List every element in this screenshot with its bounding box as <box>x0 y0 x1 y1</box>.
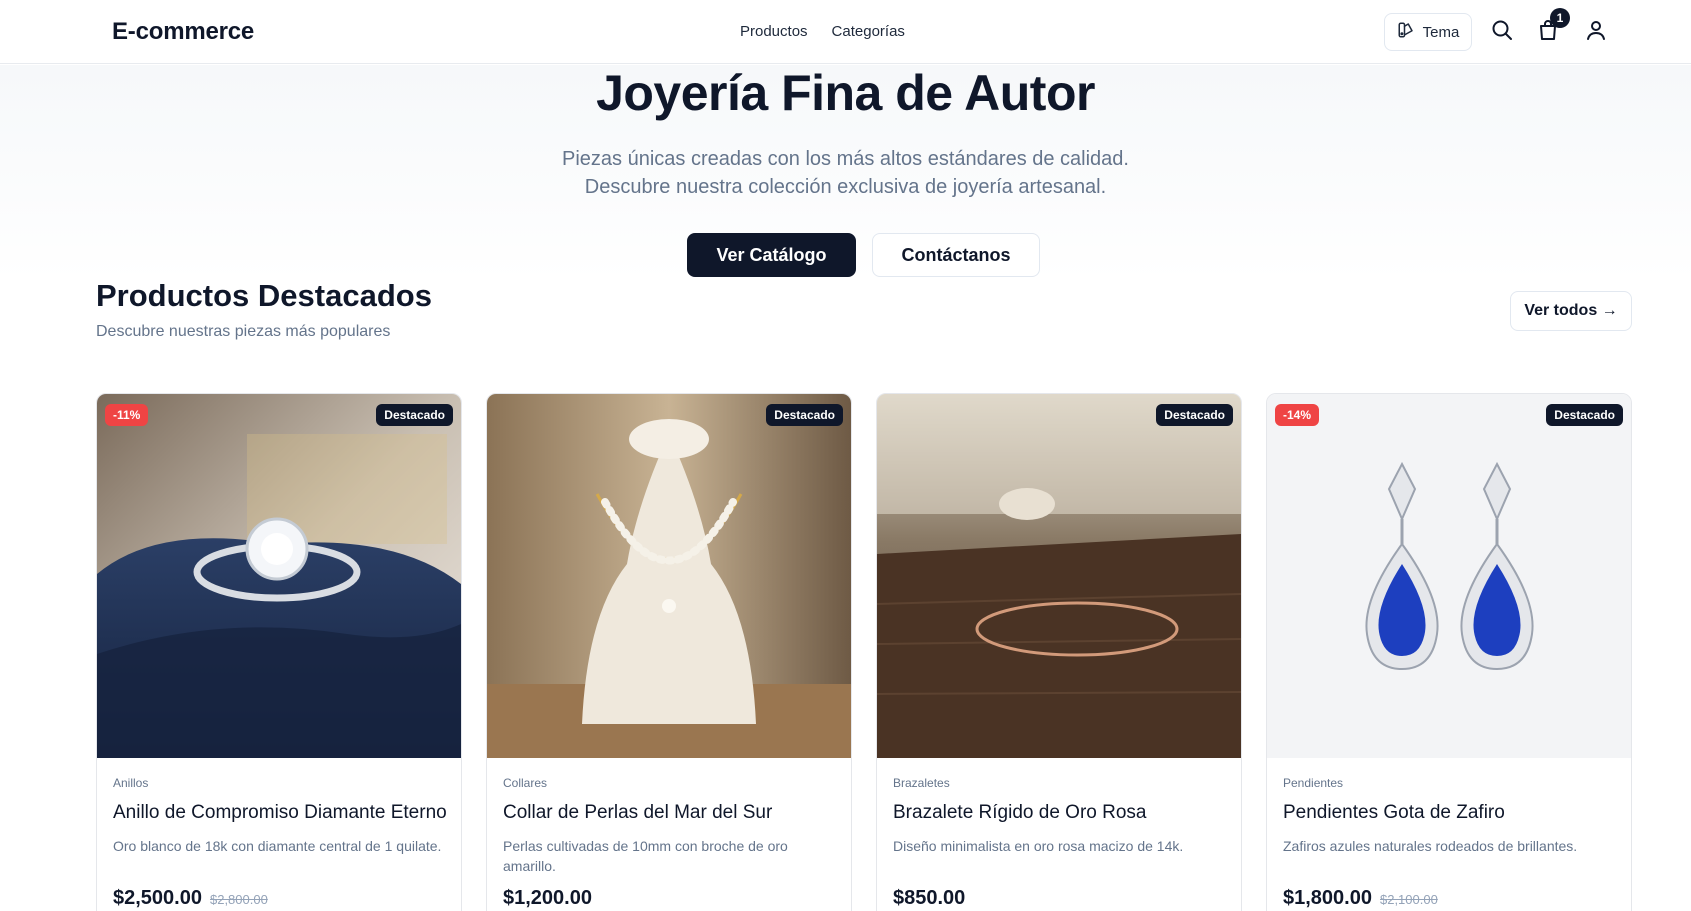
product-price: $2,500.00 $2,800.00 <box>113 887 268 910</box>
price-original: $2,100.00 <box>1379 892 1438 907</box>
cart-count-badge: 1 <box>1550 8 1570 28</box>
product-price: $1,800.00 $2,100.00 <box>1283 887 1438 910</box>
featured-subtitle: Descubre nuestras piezas más populares <box>96 323 391 340</box>
product-price: $850.00 <box>893 887 965 910</box>
product-name[interactable]: Brazalete Rígido de Oro Rosa <box>893 802 1146 824</box>
theme-button[interactable]: Tema <box>1384 13 1472 51</box>
product-description: Zafiros azules naturales rodeados de bri… <box>1283 838 1578 854</box>
discount-badge: -11% <box>105 404 149 426</box>
product-category: Brazaletes <box>893 776 950 790</box>
product-image-ring[interactable]: -11% Destacado <box>97 394 461 758</box>
nav-item-categorias[interactable]: Categorías <box>832 23 905 40</box>
user-icon <box>1584 18 1608 47</box>
product-card[interactable]: -14% Destacado Pendientes Pendientes Got… <box>1266 393 1632 911</box>
theme-icon <box>1397 21 1415 43</box>
main-nav: Productos Categorías <box>740 23 905 40</box>
product-name[interactable]: Collar de Perlas del Mar del Sur <box>503 802 772 824</box>
product-image-bracelet[interactable]: Destacado <box>877 394 1241 758</box>
featured-badge: Destacado <box>1546 404 1623 426</box>
search-button[interactable] <box>1488 18 1516 46</box>
product-description: Diseño minimalista en oro rosa macizo de… <box>893 838 1184 854</box>
price-current: $1,200.00 <box>503 887 592 909</box>
product-name[interactable]: Anillo de Compromiso Diamante Eterno <box>113 802 447 824</box>
hero-subtitle: Piezas únicas creadas con los más altos … <box>562 148 1129 198</box>
featured-badge: Destacado <box>1156 404 1233 426</box>
product-category: Collares <box>503 776 548 790</box>
search-icon <box>1490 18 1514 47</box>
featured-badge: Destacado <box>766 404 843 426</box>
cart-button[interactable]: 1 <box>1534 8 1570 46</box>
view-catalog-button[interactable]: Ver Catálogo <box>687 233 856 277</box>
product-image-earrings[interactable]: -14% Destacado <box>1267 394 1631 758</box>
price-current: $1,800.00 <box>1283 887 1372 909</box>
product-category: Anillos <box>113 776 149 790</box>
product-category: Pendientes <box>1283 776 1344 790</box>
site-header: E-commerce Productos Categorías Tema 1 <box>0 0 1691 64</box>
product-price: $1,200.00 <box>503 887 592 910</box>
contact-button[interactable]: Contáctanos <box>872 233 1040 277</box>
brand-logo[interactable]: E-commerce <box>112 18 254 46</box>
featured-title: Productos Destacados <box>96 278 432 313</box>
product-image-necklace[interactable]: Destacado <box>487 394 851 758</box>
account-button[interactable] <box>1582 18 1610 46</box>
nav-item-productos[interactable]: Productos <box>740 23 808 40</box>
price-current: $850.00 <box>893 887 966 909</box>
price-original: $2,800.00 <box>209 892 268 907</box>
theme-label: Tema <box>1422 23 1460 41</box>
hero-title: Joyería Fina de Autor <box>596 65 1095 121</box>
discount-badge: -14% <box>1275 404 1320 426</box>
product-description: Oro blanco de 18k con diamante central d… <box>113 838 442 854</box>
price-current: $2,500.00 <box>113 887 202 909</box>
product-card[interactable]: -11% Destacado Anillos Anillo de Comprom… <box>96 393 462 911</box>
featured-badge: Destacado <box>376 404 453 426</box>
product-card[interactable]: Destacado Collares Collar de Perlas del … <box>486 393 852 911</box>
see-all-button[interactable]: Ver todos → <box>1510 291 1632 331</box>
product-description: Perlas cultivadas de 10mm con broche de … <box>503 838 788 874</box>
product-card[interactable]: Destacado Brazaletes Brazalete Rígido de… <box>876 393 1242 911</box>
product-name[interactable]: Pendientes Gota de Zafiro <box>1283 802 1505 824</box>
